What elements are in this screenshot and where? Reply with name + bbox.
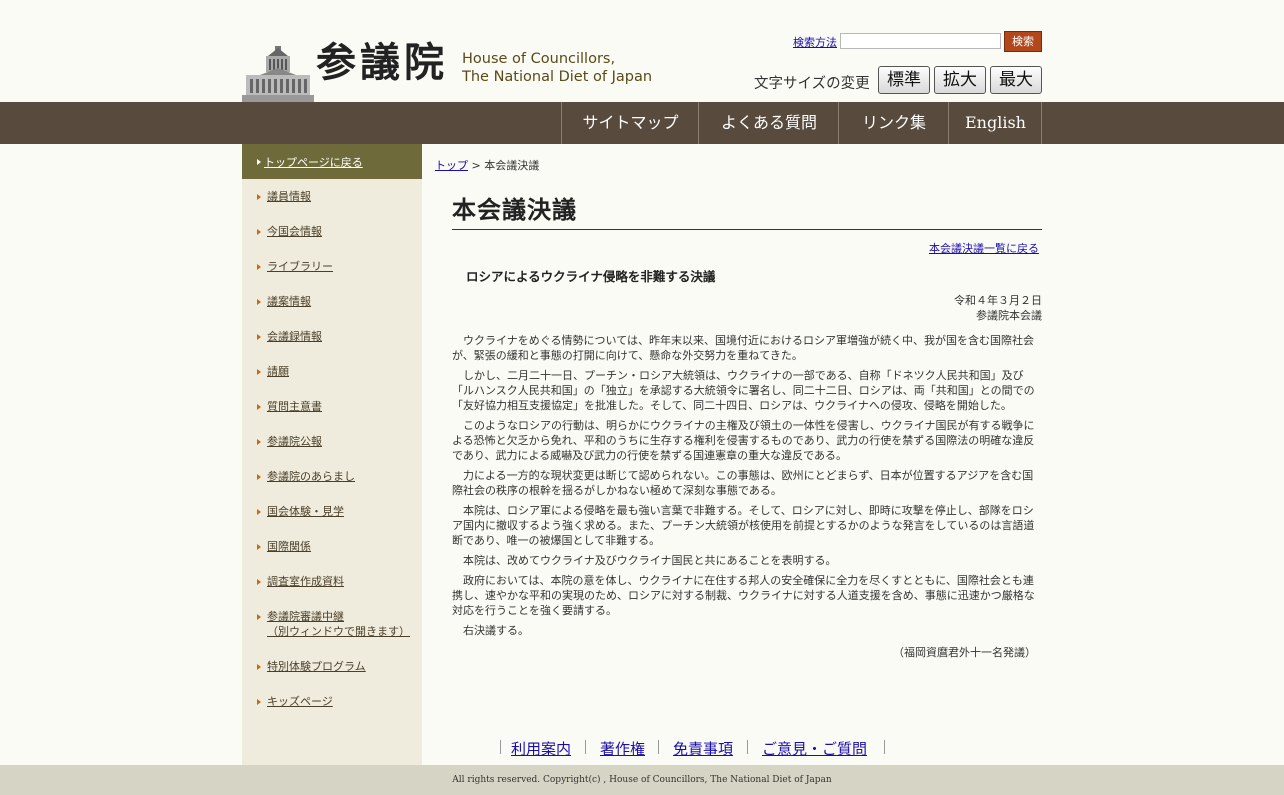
nav-links[interactable]: リンク集: [838, 102, 949, 144]
sidebar-item-label[interactable]: 参議院審議中継: [267, 609, 344, 624]
header: 参議院 House of Councillors, The National D…: [0, 0, 1284, 104]
font-size-label: 文字サイズの変更: [754, 76, 870, 92]
footer-separator: [500, 740, 501, 754]
sidebar-item-label[interactable]: 今国会情報: [267, 224, 322, 239]
resolution-title: ロシアによるウクライナ侵略を非難する決議: [466, 269, 716, 284]
footer-link-label[interactable]: 免責事項: [673, 740, 733, 758]
arrow-right-icon: [257, 159, 261, 165]
nav-divider: [1041, 102, 1042, 144]
sidebar-item-label[interactable]: 国会体験・見学: [267, 504, 344, 519]
search-input[interactable]: [840, 33, 1001, 49]
arrow-right-icon: [257, 614, 261, 620]
logo-en-line2: The National Diet of Japan: [462, 69, 653, 85]
footer-link-guide[interactable]: 利用案内: [511, 738, 571, 758]
nav-faq[interactable]: よくある質問: [698, 102, 839, 144]
sidebar-item-label[interactable]: 議員情報: [267, 189, 311, 204]
logo-english-name: House of Councillors, The National Diet …: [462, 50, 652, 86]
sidebar-item-label[interactable]: 請願: [267, 364, 289, 379]
global-nav: サイトマップ よくある質問 リンク集 English: [0, 102, 1284, 144]
page-title: 本会議決議: [452, 196, 1042, 230]
resolution-paragraph: 政府においては、本院の意を体し、ウクライナに在住する邦人の安全確保に全力を尽くす…: [452, 574, 1035, 617]
footer-link-feedback[interactable]: ご意見・ご質問: [762, 738, 867, 758]
site-logo[interactable]: 参議院 House of Councillors, The National D…: [242, 39, 652, 104]
arrow-right-icon: [257, 299, 261, 305]
sidebar-item-label[interactable]: 国際関係: [267, 539, 311, 554]
resolution-paragraph: しかし、二月二十一日、プーチン・ロシア大統領は、ウクライナの一部である、自称「ド…: [452, 369, 1035, 412]
sidebar: トップページに戻る 議員情報 今国会情報 ライブラリー 議案情報 会議録情報 請…: [242, 144, 422, 765]
resolution-proposer: （福岡資麿君外十一名発議）: [893, 646, 1036, 659]
arrow-right-icon: [257, 229, 261, 235]
arrow-right-icon: [257, 369, 261, 375]
arrow-right-icon: [257, 699, 261, 705]
footer-separator: [585, 740, 586, 754]
back-to-list-link[interactable]: 本会議決議一覧に戻る: [929, 240, 1039, 256]
resolution-paragraph: 右決議する。: [463, 624, 529, 637]
resolution-paragraph: 本院は、ロシア軍による侵略を最も強い言葉で非難する。そして、ロシアに対し、即時に…: [452, 504, 1035, 547]
sidebar-item-label[interactable]: 調査室作成資料: [267, 574, 344, 589]
footer-link-label[interactable]: ご意見・ご質問: [762, 740, 867, 758]
sidebar-item-label[interactable]: 会議録情報: [267, 329, 322, 344]
arrow-right-icon: [257, 579, 261, 585]
font-size-large-button[interactable]: 拡大: [934, 66, 986, 94]
arrow-right-icon: [257, 264, 261, 270]
sidebar-item-label[interactable]: キッズページ: [267, 694, 333, 709]
arrow-right-icon: [257, 439, 261, 445]
resolution-body-name: 参議院本会議: [976, 309, 1042, 322]
arrow-right-icon: [257, 334, 261, 340]
arrow-right-icon: [257, 544, 261, 550]
logo-kanji: 参議院: [316, 39, 448, 86]
resolution-date: 令和４年３月２日: [954, 294, 1042, 307]
resolution-body: ウクライナをめぐる情勢については、昨年末以来、国境付近におけるロシア軍増強が続く…: [452, 333, 1042, 643]
sidebar-top-page-link[interactable]: トップページに戻る: [264, 154, 363, 170]
nav-sitemap[interactable]: サイトマップ: [561, 102, 699, 144]
resolution-paragraph: 本院は、改めてウクライナ及びウクライナ国民と共にあることを表明する。: [463, 554, 837, 567]
arrow-right-icon: [257, 404, 261, 410]
footer-separator: [884, 740, 885, 754]
breadcrumb-separator: >: [468, 159, 485, 172]
sidebar-item-label[interactable]: 参議院公報: [267, 434, 322, 449]
search-help-link[interactable]: 検索方法: [793, 34, 837, 50]
diet-building-icon: [242, 46, 314, 104]
arrow-right-icon: [257, 194, 261, 200]
logo-en-line1: House of Councillors,: [462, 51, 616, 67]
footer-link-copyright[interactable]: 著作権: [600, 738, 645, 758]
nav-english[interactable]: English: [948, 102, 1042, 144]
footer-link-label[interactable]: 利用案内: [511, 740, 571, 758]
breadcrumb-top-link[interactable]: トップ: [435, 159, 468, 172]
resolution-paragraph: このようなロシアの行動は、明らかにウクライナの主権及び領土の一体性を侵害し、ウク…: [452, 419, 1035, 462]
font-size-largest-button[interactable]: 最大: [990, 66, 1042, 94]
font-size-standard-button[interactable]: 標準: [878, 66, 930, 94]
breadcrumb: トップ > 本会議決議: [435, 157, 539, 173]
arrow-right-icon: [257, 509, 261, 515]
sidebar-item-label[interactable]: 質問主意書: [267, 399, 322, 414]
resolution-date-block: 令和４年３月２日 参議院本会議: [954, 293, 1042, 323]
sidebar-top: トップページに戻る: [242, 144, 422, 179]
breadcrumb-current: 本会議決議: [484, 159, 540, 172]
footer-link-disclaimer[interactable]: 免責事項: [673, 738, 733, 758]
arrow-right-icon: [257, 474, 261, 480]
footer-link-label[interactable]: 著作権: [600, 740, 645, 758]
resolution-paragraph: 力による一方的な現状変更は断じて認められない。この事態は、欧州にとどまらず、日本…: [452, 469, 1034, 497]
sidebar-item-sublabel[interactable]: （別ウィンドウで開きます）: [267, 624, 410, 639]
arrow-right-icon: [257, 664, 261, 670]
search-button[interactable]: 検索: [1004, 31, 1042, 52]
sidebar-item-label[interactable]: 特別体験プログラム: [267, 659, 366, 674]
sidebar-item-label[interactable]: 参議院のあらまし: [267, 469, 355, 484]
footer-separator: [747, 740, 748, 754]
sidebar-item-label[interactable]: ライブラリー: [267, 259, 333, 274]
copyright-bar: All rights reserved. Copyright(c) , Hous…: [0, 765, 1284, 795]
footer-separator: [658, 740, 659, 754]
resolution-paragraph: ウクライナをめぐる情勢については、昨年末以来、国境付近におけるロシア軍増強が続く…: [452, 334, 1035, 362]
sidebar-item-label[interactable]: 議案情報: [267, 294, 311, 309]
